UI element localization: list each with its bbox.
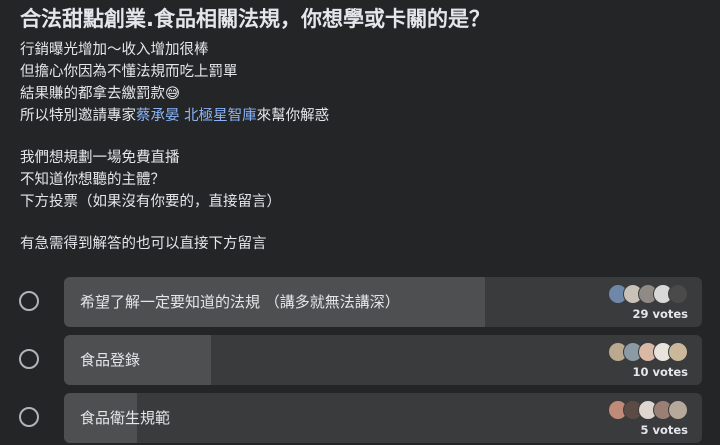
post-title: 合法甜點創業.食品相關法規，你想學或卡關的是？ — [20, 7, 490, 31]
post-line: 不知道你想聽的主體？ — [20, 172, 165, 188]
voter-avatars[interactable] — [608, 342, 688, 362]
post-body: 行銷曝光增加～收入增加很棒 但擔心你因為不懂法規而吃上罰單 結果賺的都拿去繳罰款… — [20, 39, 710, 255]
poll-option-label: 食品登錄 — [80, 351, 141, 369]
post-line: 但擔心你因為不懂法規而吃上罰單 — [20, 64, 238, 80]
post-line: 行銷曝光增加～收入增加很棒 — [20, 42, 209, 58]
poll-option[interactable]: 食品登錄 10 votes — [0, 335, 720, 387]
radio-button[interactable] — [19, 349, 39, 369]
avatar — [668, 400, 688, 420]
vote-count[interactable]: 29 votes — [632, 307, 688, 321]
post-line-suffix: 來幫你解惑 — [256, 108, 330, 124]
poll-bar[interactable]: 希望了解一定要知道的法規 （講多就無法講深） 29 votes — [64, 277, 702, 327]
radio-button[interactable] — [19, 291, 39, 311]
poll-option[interactable]: 食品衛生規範 5 votes — [0, 393, 720, 445]
voter-avatars[interactable] — [608, 400, 688, 420]
poll-option-label: 食品衛生規範 — [80, 409, 171, 427]
vote-count[interactable]: 5 votes — [640, 423, 688, 437]
poll-option-label: 希望了解一定要知道的法規 （講多就無法講深） — [80, 293, 400, 311]
vote-count[interactable]: 10 votes — [632, 365, 688, 379]
post-line: 有急需得到解答的也可以直接下方留言 — [20, 236, 267, 252]
post-line-with-mention: 所以特別邀請專家蔡承晏 北極星智庫來幫你解惑 — [20, 105, 710, 127]
post-line: 我們想規劃一場免費直播 — [20, 150, 180, 166]
voter-avatars[interactable] — [608, 284, 688, 304]
poll-bar[interactable]: 食品衛生規範 5 votes — [64, 393, 702, 443]
post-line: 結果賺的都拿去繳罰款😅 — [20, 86, 181, 102]
avatar — [668, 342, 688, 362]
post-line-text: 所以特別邀請專家 — [20, 108, 136, 124]
mention-link[interactable]: 蔡承晏 北極星智庫 — [136, 108, 257, 124]
post-line: 下方投票（如果沒有你要的，直接留言） — [20, 194, 281, 210]
poll-option[interactable]: 希望了解一定要知道的法規 （講多就無法講深） 29 votes — [0, 277, 720, 329]
avatar — [668, 284, 688, 304]
poll-bar[interactable]: 食品登錄 10 votes — [64, 335, 702, 385]
radio-button[interactable] — [19, 407, 39, 427]
